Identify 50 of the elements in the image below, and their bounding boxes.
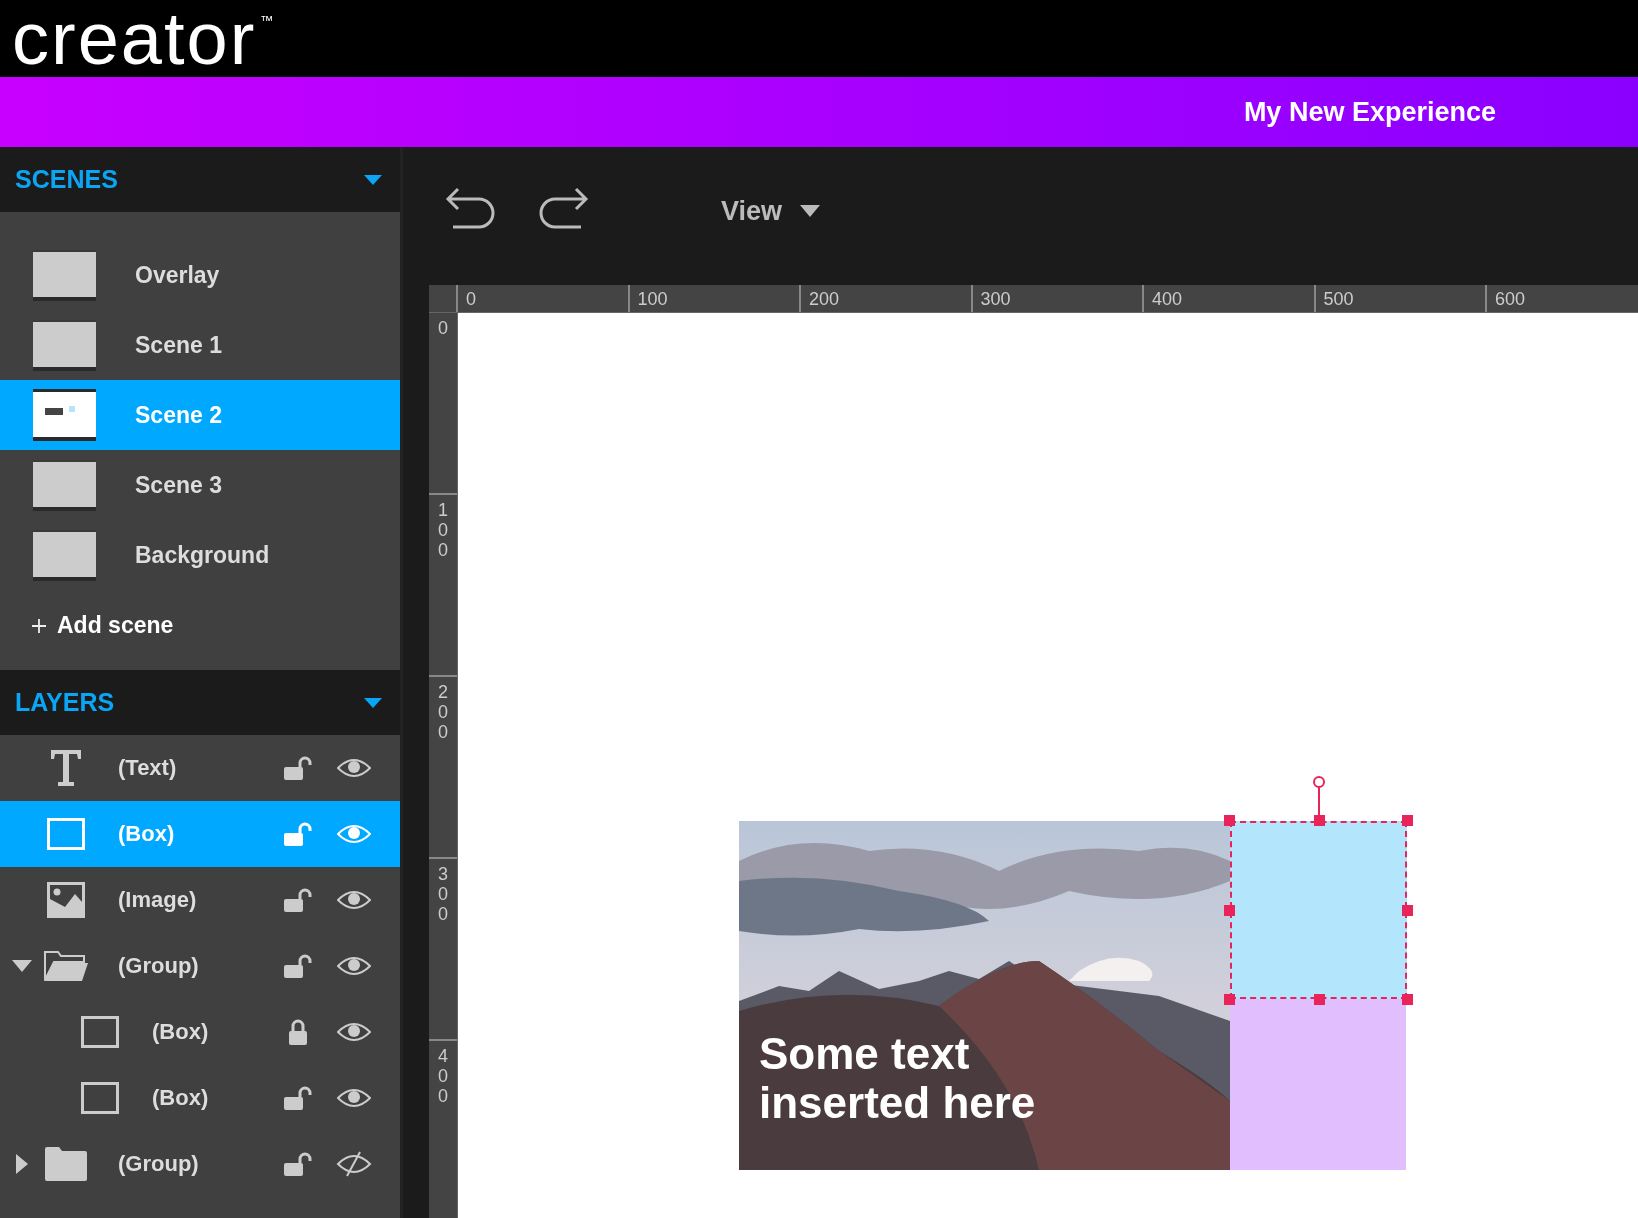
ruler-label: 400 [438,1047,448,1107]
add-scene-button[interactable]: Add scene [31,612,174,639]
scene-item[interactable]: Background [0,520,400,590]
layer-item[interactable]: (Group) [0,933,400,999]
eye-icon[interactable] [337,890,371,910]
lock-icon[interactable] [288,1019,308,1045]
plus-icon [31,617,47,634]
project-title: My New Experience [1243,96,1496,128]
eye-icon[interactable] [337,1088,371,1108]
ruler-label: 0 [438,319,448,339]
unlocked-icon[interactable] [284,1086,312,1110]
view-menu[interactable]: View [721,195,821,227]
layer-item[interactable]: (Image) [0,867,400,933]
caret-icon [800,205,821,217]
scene-item[interactable]: Scene 3 [0,450,400,520]
section-title: SCENES [15,165,118,194]
layer-item[interactable]: (Box) [0,1065,400,1131]
photo-placeholder[interactable] [739,821,1230,1170]
layer-item[interactable]: (Box) [0,999,400,1065]
section-header[interactable]: LAYERS [0,670,400,735]
ruler-label: 200 [438,683,448,743]
section-title: LAYERS [15,688,115,717]
caret-icon [364,697,382,708]
ruler-label: 300 [438,865,448,925]
rectangle-icon [47,818,85,850]
unlocked-icon[interactable] [284,954,312,978]
rotate-handle[interactable] [1311,775,1326,815]
collapse-caret-icon[interactable] [16,1154,28,1174]
hidden-eye-icon[interactable] [336,1150,372,1178]
caret-icon [364,174,382,185]
ruler-label: 100 [438,501,448,561]
rectangle-icon [81,1016,119,1048]
text-tool-icon [50,750,82,786]
scene-item[interactable]: Overlay [0,240,400,310]
eye-icon[interactable] [337,1022,371,1042]
unlocked-icon[interactable] [284,888,312,912]
folder-icon [45,1147,87,1181]
scene-item[interactable]: Scene 1 [0,310,400,380]
open-folder-icon [44,950,88,982]
logo: creator™ [12,1,274,76]
eye-icon[interactable] [337,956,371,976]
eye-icon[interactable] [337,758,371,778]
rectangle-icon [81,1082,119,1114]
layer-item[interactable]: (Group) [0,1131,400,1197]
unlocked-icon[interactable] [284,756,312,780]
image-icon [47,882,85,918]
expand-caret-icon[interactable] [12,960,32,972]
section-header[interactable]: SCENES [0,147,400,212]
layer-item[interactable]: (Text) [0,735,400,801]
unlocked-icon[interactable] [284,1152,312,1176]
